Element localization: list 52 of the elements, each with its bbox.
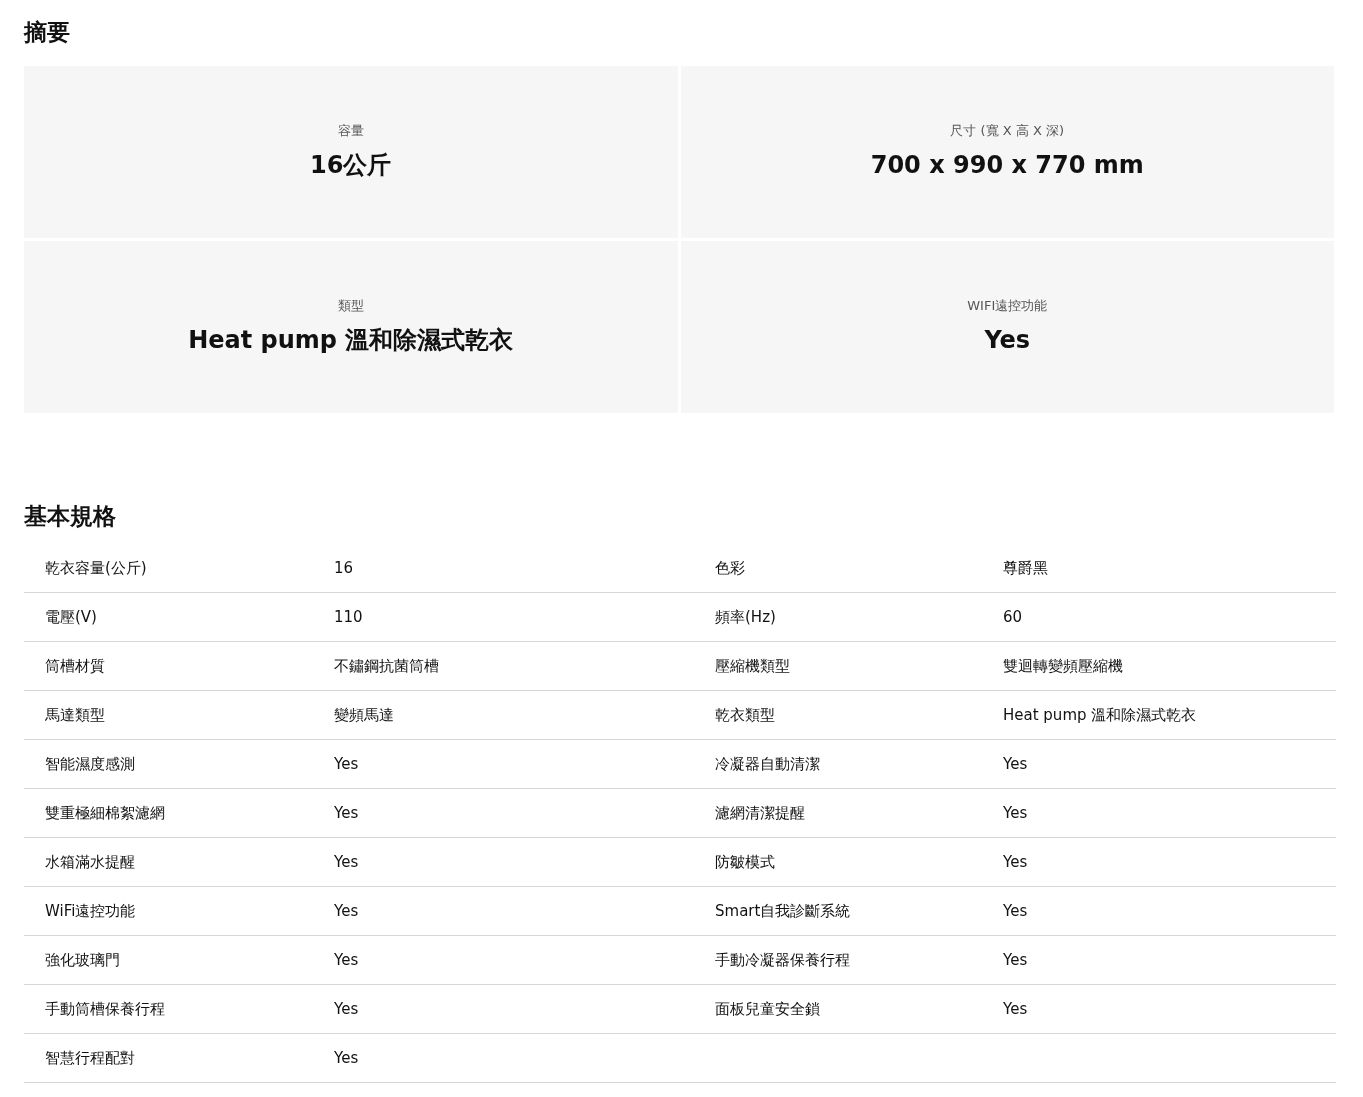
table-cell: Yes xyxy=(334,755,359,773)
table-cell: Yes xyxy=(1003,951,1028,969)
summary-value: Heat pump 溫和除濕式乾衣 xyxy=(188,324,514,356)
table-cell: Yes xyxy=(334,1049,359,1067)
table-cell: 尊爵黑 xyxy=(1003,559,1048,577)
table-cell: Yes xyxy=(1003,902,1028,920)
table-cell: Heat pump 溫和除濕式乾衣 xyxy=(1003,706,1197,724)
table-cell: 馬達類型 xyxy=(45,706,105,724)
table-cell: 冷凝器自動清潔 xyxy=(715,755,820,773)
table-cell: 乾衣類型 xyxy=(715,706,775,724)
summary-label: 類型 xyxy=(337,297,364,316)
summary-label: 尺寸 (寬 X 高 X 深) xyxy=(950,122,1065,141)
table-cell: Yes xyxy=(334,951,359,969)
table-cell: 強化玻璃門 xyxy=(45,951,120,969)
table-cell: 60 xyxy=(1003,608,1023,626)
table-cell: Yes xyxy=(334,853,359,871)
table-cell: WiFi遠控功能 xyxy=(45,902,136,920)
table-cell: 智慧行程配對 xyxy=(45,1049,135,1067)
table-cell: 壓縮機類型 xyxy=(715,657,790,675)
table-cell: 智能濕度感測 xyxy=(45,755,135,773)
table-cell: Yes xyxy=(1003,1000,1028,1018)
summary-value: 16公斤 xyxy=(310,149,392,181)
summary-value: 700 x 990 x 770 mm xyxy=(870,149,1144,181)
section-title: 基本規格 xyxy=(24,502,116,531)
table-cell: 面板兒童安全鎖 xyxy=(715,1000,820,1018)
table-cell: Yes xyxy=(334,804,359,822)
table-cell: 電壓(V) xyxy=(45,608,97,626)
table-cell: 防皺模式 xyxy=(715,853,775,871)
table-cell: 變頻馬達 xyxy=(334,706,394,724)
summary-label: 容量 xyxy=(337,122,364,141)
table-cell: Yes xyxy=(1003,755,1028,773)
table-cell: 16 xyxy=(334,559,354,577)
table-cell: Smart自我診斷系統 xyxy=(715,902,851,920)
table-cell: Yes xyxy=(334,1000,359,1018)
table-cell: 110 xyxy=(334,608,363,626)
table-cell: 手動冷凝器保養行程 xyxy=(715,951,850,969)
table-cell: Yes xyxy=(1003,853,1028,871)
table-cell: 乾衣容量(公斤) xyxy=(45,559,147,577)
table-cell: Yes xyxy=(334,902,359,920)
summary-label: WIFI遠控功能 xyxy=(967,297,1048,316)
summary-value: Yes xyxy=(984,324,1031,356)
table-cell: 水箱滿水提醒 xyxy=(45,853,135,871)
table-cell: 雙重極細棉絮濾網 xyxy=(45,804,165,822)
table-cell: 筒槽材質 xyxy=(45,657,105,675)
table-cell: 頻率(Hz) xyxy=(715,608,776,626)
section-title: 摘要 xyxy=(24,18,70,47)
table-cell: 雙迴轉變頻壓縮機 xyxy=(1003,657,1123,675)
table-cell: 手動筒槽保養行程 xyxy=(45,1000,165,1018)
table-cell: Yes xyxy=(1003,804,1028,822)
table-cell: 濾網清潔提醒 xyxy=(715,804,805,822)
table-cell: 不鏽鋼抗菌筒槽 xyxy=(334,657,439,675)
table-cell: 色彩 xyxy=(715,559,745,577)
